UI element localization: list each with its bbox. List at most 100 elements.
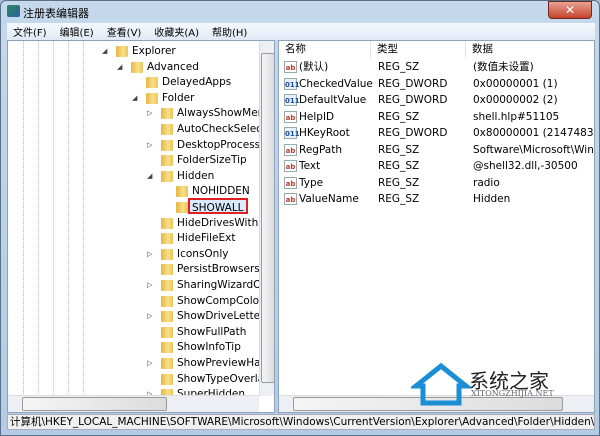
value-name: Type <box>299 176 324 189</box>
regedit-app-icon <box>7 5 20 17</box>
tree-item[interactable]: NOHIDDEN <box>192 183 250 199</box>
folder-icon <box>161 373 173 385</box>
expand-arrow-icon[interactable]: ▷ <box>147 359 155 367</box>
folder-icon <box>161 139 173 151</box>
folder-icon <box>161 311 173 323</box>
folder-icon <box>161 342 173 354</box>
value-name: ValueName <box>299 193 359 205</box>
menu-item[interactable]: 编辑(E) <box>54 24 100 39</box>
close-button[interactable]: ✕ <box>548 1 592 19</box>
tree-item[interactable]: FolderSizeTip <box>177 152 247 168</box>
folder-icon <box>161 155 173 167</box>
column-header-data[interactable]: 数据 <box>466 41 594 58</box>
tree-item[interactable]: Advanced <box>147 59 199 75</box>
tree-vscroll-thumb[interactable] <box>261 53 274 383</box>
tree-item[interactable]: ShowDriveLetters <box>177 308 270 324</box>
tree-item[interactable]: HideFileExt <box>177 230 235 246</box>
tree-item[interactable]: SharingWizardOn <box>177 277 268 293</box>
tree-item[interactable]: IconsOnly <box>177 246 228 262</box>
binary-value-icon: 011 <box>284 127 300 139</box>
tree-item[interactable]: Explorer <box>132 43 176 59</box>
tree-item[interactable]: Folder <box>162 90 194 106</box>
tree-item[interactable]: PersistBrowsers <box>177 261 260 277</box>
value-row[interactable]: 011 DefaultValue REG_DWORD 0x00000002 (2… <box>279 92 594 108</box>
collapse-arrow-icon[interactable]: ◢ <box>117 63 125 71</box>
folder-icon <box>161 233 173 245</box>
folder-icon <box>161 358 173 369</box>
value-type: REG_SZ <box>378 176 420 189</box>
value-name: DefaultValue <box>299 94 367 106</box>
string-value-icon: ab <box>284 176 297 189</box>
value-data: Hidden <box>473 193 511 205</box>
string-value-icon: ab <box>284 61 297 73</box>
value-name: HelpID <box>299 110 335 123</box>
tree-item-selected[interactable]: SHOWALL <box>188 198 248 214</box>
tree-item[interactable]: ShowTypeOverlay <box>177 371 270 387</box>
menu-item[interactable]: 收藏夹(A) <box>148 24 205 39</box>
tree-item[interactable]: ShowCompColor <box>177 293 263 309</box>
menu-item[interactable]: 查看(V) <box>101 24 148 39</box>
folder-icon <box>146 92 158 104</box>
tree-item[interactable]: ShowFullPath <box>177 324 246 340</box>
value-data: 0x00000001 (1) <box>473 77 558 90</box>
value-data: shell.hlp#51105 <box>473 110 560 123</box>
value-row[interactable]: 011 CheckedValue REG_DWORD 0x00000001 (1… <box>279 76 594 92</box>
key-tree-pane: ◢ Explorer ◢ Advanced DelayedApps ◢ Folder ▷ Alw… <box>7 40 275 413</box>
value-data: radio <box>473 176 500 189</box>
value-row[interactable]: ab HelpID REG_SZ shell.hlp#51105 <box>279 109 594 125</box>
collapse-arrow-icon[interactable]: ◢ <box>132 94 140 102</box>
value-row[interactable]: ab RegPath REG_SZ Software\Microsoft\Win… <box>279 142 595 158</box>
value-name: HKeyRoot <box>299 127 350 139</box>
folder-icon <box>146 77 158 89</box>
value-row[interactable]: ab Text REG_SZ @shell32.dll,-30500 <box>279 158 594 174</box>
value-type: REG_DWORD <box>378 77 448 90</box>
value-row[interactable]: ab Type REG_SZ radio <box>279 175 594 191</box>
status-bar-path: 计算机\HKEY_LOCAL_MACHINE\SOFTWARE\Microsof… <box>7 414 595 430</box>
collapse-arrow-icon[interactable]: ◢ <box>147 172 155 180</box>
value-data: (数值未设置) <box>473 61 534 73</box>
house-logo-icon <box>408 362 474 406</box>
tree-horizontal-scrollbar[interactable] <box>8 395 259 412</box>
menu-item[interactable]: 帮助(H) <box>206 24 253 39</box>
tree-hscroll-thumb[interactable] <box>22 397 167 411</box>
value-name: (默认) <box>299 61 329 73</box>
value-data: 0x80000001 (2147483649) <box>473 127 594 139</box>
value-type: REG_DWORD <box>378 94 448 106</box>
expand-arrow-icon[interactable]: ▷ <box>147 312 155 320</box>
tree-vertical-scrollbar[interactable] <box>259 41 274 396</box>
folder-icon <box>161 248 173 260</box>
expand-arrow-icon[interactable]: ▷ <box>147 250 155 258</box>
expand-arrow-icon[interactable]: ▷ <box>147 141 155 149</box>
folder-icon <box>176 202 188 213</box>
value-data: 0x00000002 (2) <box>473 94 558 106</box>
value-row[interactable]: ab (默认) REG_SZ (数值未设置) <box>279 59 594 75</box>
folder-icon <box>131 61 143 73</box>
folder-icon <box>161 170 173 182</box>
tree-item[interactable]: ShowInfoTip <box>177 339 241 355</box>
value-type: REG_DWORD <box>378 127 448 139</box>
tree-item[interactable]: Hidden <box>177 168 214 184</box>
tree-item[interactable]: DesktopProcess <box>177 137 260 153</box>
column-header-name[interactable]: 名称 <box>279 41 371 58</box>
folder-icon <box>176 186 188 198</box>
expand-arrow-icon[interactable]: ▷ <box>147 109 155 117</box>
folder-icon <box>161 124 173 135</box>
registry-editor-window: 注册表编辑器 ✕ 文件(F) 编辑(E) 查看(V) 收藏夹(A) 帮助(H) ◢ Exp… <box>0 0 600 436</box>
value-data: Software\Microsoft\Windo <box>473 143 595 156</box>
value-row[interactable]: 011 HKeyRoot REG_DWORD 0x80000001 (21474… <box>279 125 594 141</box>
menu-bar: 文件(F) 编辑(E) 查看(V) 收藏夹(A) 帮助(H) <box>7 23 595 40</box>
column-header-type[interactable]: 类型 <box>371 41 466 58</box>
value-type: REG_SZ <box>378 110 420 123</box>
string-value-icon: ab <box>284 143 297 156</box>
tree-item[interactable]: DelayedApps <box>162 74 231 90</box>
value-type: REG_SZ <box>378 143 420 156</box>
expand-arrow-icon[interactable]: ▷ <box>147 281 155 289</box>
folder-icon <box>161 280 173 291</box>
menu-item[interactable]: 文件(F) <box>7 24 53 39</box>
value-row[interactable]: ab ValueName REG_SZ Hidden <box>279 191 594 207</box>
binary-value-icon: 011 <box>284 94 300 106</box>
folder-icon <box>161 264 173 276</box>
tree-item[interactable]: AutoCheckSelect <box>177 121 266 137</box>
string-value-icon: ab <box>284 110 297 123</box>
collapse-arrow-icon[interactable]: ◢ <box>102 47 110 55</box>
